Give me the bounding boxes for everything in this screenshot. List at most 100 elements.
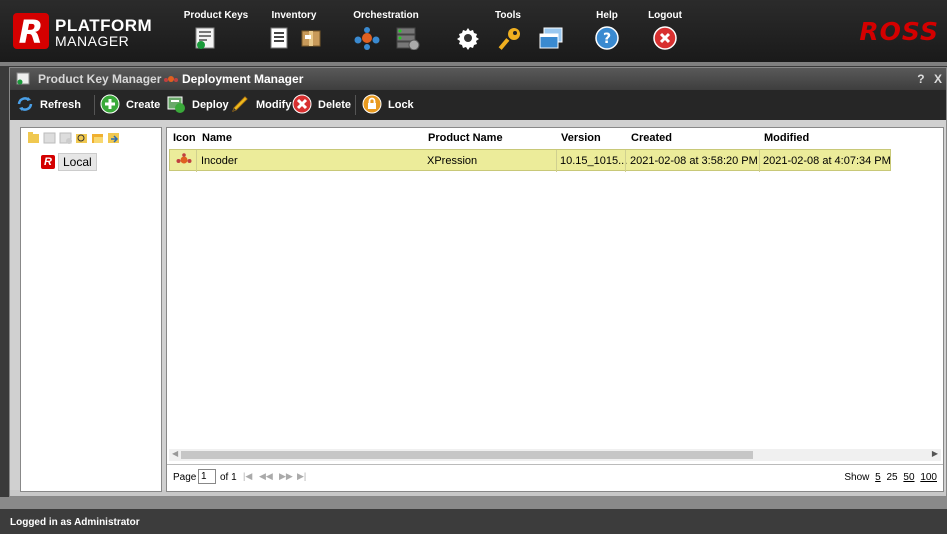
key-icon[interactable]	[498, 26, 522, 50]
move-folder-icon[interactable]	[107, 131, 120, 144]
scroll-right-arrow-icon[interactable]: ▶	[932, 449, 938, 458]
action-toolbar: Refresh Create Deploy Modify Delete Lock	[10, 90, 946, 120]
delete-button[interactable]: Delete	[292, 94, 352, 117]
deploy-icon	[166, 94, 186, 117]
page-number-input[interactable]: 1	[198, 469, 216, 484]
menu-inventory-title: Inventory	[271, 10, 317, 21]
page-size-25[interactable]: 25	[887, 472, 898, 483]
lock-button[interactable]: Lock	[362, 94, 414, 117]
location-tree-panel: R Local	[20, 127, 162, 492]
tree-node-label: Local	[58, 153, 97, 171]
toolbar-divider-2	[355, 95, 356, 115]
window-help-button[interactable]: ?	[917, 72, 924, 86]
orchestration-network-icon[interactable]	[354, 26, 380, 50]
tree-toolbar	[27, 131, 120, 147]
cell-divider	[625, 150, 626, 172]
lock-icon	[362, 94, 382, 117]
package-box-icon[interactable]	[300, 26, 322, 50]
window-controls: ? X	[911, 72, 942, 86]
menu-help: Help ?	[592, 0, 622, 62]
page-size-100[interactable]: 100	[920, 472, 937, 483]
document-list-icon[interactable]	[268, 26, 290, 50]
menu-orchestration: Orchestration	[346, 0, 426, 62]
scroll-left-arrow-icon[interactable]: ◀	[172, 449, 178, 458]
ross-r-icon: R	[41, 155, 55, 169]
deployment-row-icon	[176, 153, 192, 167]
header-divider	[0, 62, 947, 66]
menu-orchestration-title: Orchestration	[353, 10, 419, 21]
gear-icon[interactable]	[456, 26, 480, 50]
refresh-icon	[16, 95, 34, 116]
logout-x-icon[interactable]	[653, 26, 677, 50]
col-header-created[interactable]: Created	[631, 132, 672, 144]
menu-product-keys: Product Keys	[180, 0, 252, 62]
logged-in-status: Logged in as Administrator	[10, 517, 140, 528]
tab-product-key-manager[interactable]: Product Key Manager	[38, 72, 161, 86]
open-folder-icon[interactable]	[91, 131, 104, 144]
svg-text:?: ?	[603, 31, 611, 47]
col-header-product-name[interactable]: Product Name	[428, 132, 503, 144]
refresh-button[interactable]: Refresh	[16, 95, 81, 115]
cell-divider	[759, 150, 760, 172]
cell-created: 2021-02-08 at 3:58:20 PM	[630, 155, 758, 167]
create-label: Create	[126, 99, 161, 111]
pagination-bar: Page 1 of 1 |◀ ◀◀ ▶▶ ▶| Show 5 25 50 100	[167, 464, 943, 490]
page-size-5[interactable]: 5	[875, 472, 881, 483]
horizontal-scrollbar[interactable]: ◀ ▶	[169, 449, 941, 461]
top-menu-bar: R PLATFORM MANAGER Product Keys Inventor…	[0, 0, 947, 62]
question-help-icon[interactable]: ?	[595, 26, 619, 50]
tab-deployment-manager[interactable]: Deployment Manager	[182, 72, 303, 86]
windows-icon[interactable]	[538, 26, 564, 50]
last-page-icon[interactable]: ▶|	[297, 471, 306, 482]
create-button[interactable]: Create	[100, 94, 161, 117]
col-header-name[interactable]: Name	[202, 132, 232, 144]
ross-brand-logo: ROSS	[859, 17, 939, 46]
menu-logout: Logout	[648, 0, 682, 62]
refresh-label: Refresh	[40, 99, 81, 111]
page-size-50[interactable]: 50	[903, 472, 914, 483]
status-bar: Logged in as Administrator	[0, 509, 947, 534]
menu-logout-title: Logout	[648, 10, 682, 21]
product-key-tab-icon	[16, 72, 30, 85]
tree-node-local[interactable]: R Local	[41, 153, 97, 171]
menu-tools-title: Tools	[495, 10, 521, 21]
next-page-icon[interactable]: ▶▶	[279, 471, 293, 482]
cell-name: Incoder	[201, 155, 238, 167]
edit-folder-icon[interactable]	[43, 131, 56, 144]
cell-modified: 2021-02-08 at 4:07:34 PM	[763, 155, 891, 167]
platform-manager-logo: R PLATFORM MANAGER	[13, 13, 168, 51]
menu-inventory: Inventory	[258, 0, 330, 62]
delete-x-icon	[292, 94, 312, 117]
col-header-version[interactable]: Version	[561, 132, 601, 144]
show-label: Show	[844, 472, 870, 483]
delete-label: Delete	[318, 99, 352, 111]
plus-icon	[100, 94, 120, 117]
col-header-modified[interactable]: Modified	[764, 132, 809, 144]
pencil-icon	[230, 94, 250, 117]
grid-header: Icon Name Product Name Version Created M…	[167, 128, 943, 148]
new-folder-icon[interactable]	[27, 131, 40, 144]
first-page-icon[interactable]: |◀	[243, 471, 252, 482]
product-key-certificate-icon[interactable]	[194, 26, 216, 50]
ross-r-logo-icon: R	[13, 13, 49, 51]
col-header-icon[interactable]: Icon	[173, 132, 196, 144]
scrollbar-thumb[interactable]	[181, 451, 753, 459]
deploy-label: Deploy	[192, 99, 229, 111]
deployment-tab-icon	[164, 73, 178, 85]
content-area: R Local Icon Name Product Name Version C…	[10, 120, 946, 492]
search-folder-icon[interactable]	[75, 131, 88, 144]
delete-folder-icon[interactable]	[59, 131, 72, 144]
cell-product-name: XPression	[427, 155, 478, 167]
toolbar-divider	[94, 95, 95, 115]
menu-tools: Tools	[448, 0, 568, 62]
footer-divider	[0, 497, 947, 509]
window-close-button[interactable]: X	[934, 72, 942, 86]
table-row[interactable]: Incoder XPression 10.15_1015... 2021-02-…	[169, 149, 891, 172]
window-title-bar: Product Key Manager Deployment Manager ?…	[10, 68, 946, 90]
deploy-button[interactable]: Deploy	[166, 95, 229, 115]
cell-version: 10.15_1015...	[560, 155, 628, 167]
previous-page-icon[interactable]: ◀◀	[259, 471, 273, 482]
server-rack-icon[interactable]	[394, 26, 420, 51]
modify-button[interactable]: Modify	[230, 95, 291, 115]
cell-divider	[556, 150, 557, 172]
